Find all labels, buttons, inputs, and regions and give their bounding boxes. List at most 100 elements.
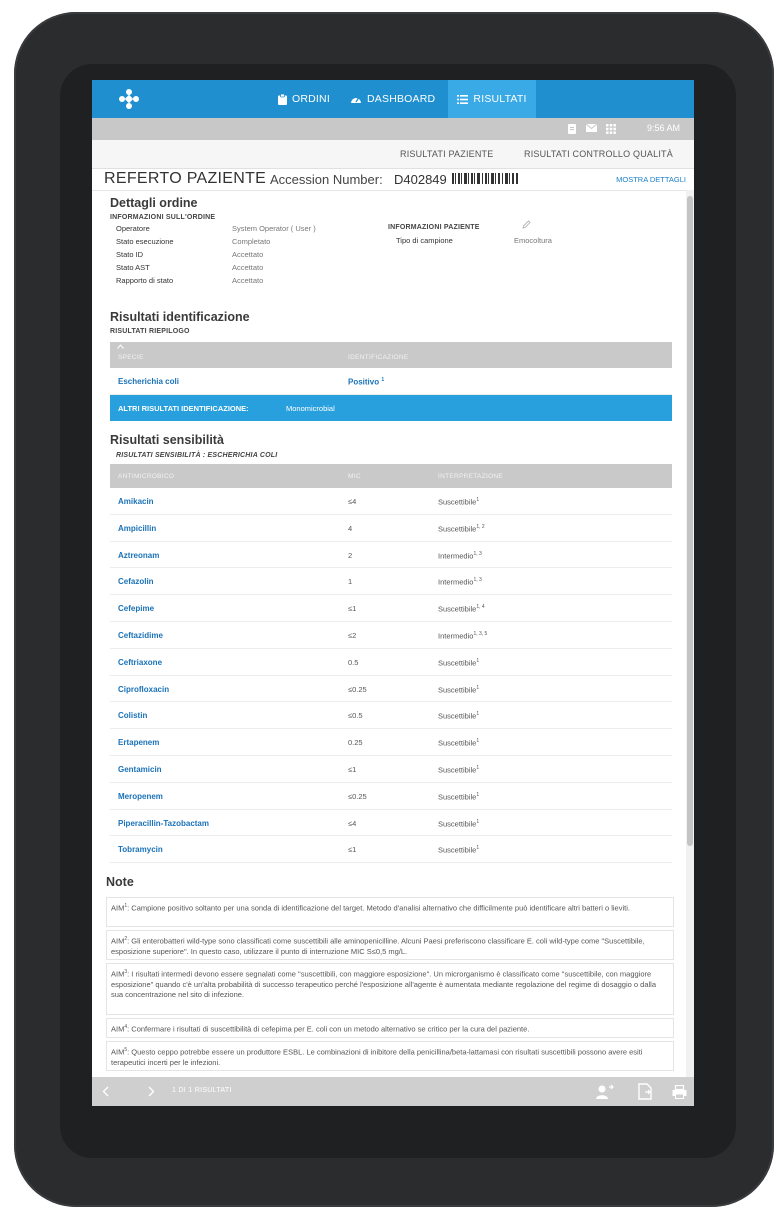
order-field-label: Stato esecuzione [116,237,174,246]
mail-icon[interactable] [586,124,597,132]
mic-value: 2 [348,550,353,560]
table-row[interactable]: Aztreonam 2 Intermedio1, 3 [110,541,672,569]
table-row[interactable]: Ceftazidime ≤2 Intermedio1, 3, 5 [110,621,672,649]
send-to-lis-button[interactable] [590,1077,620,1106]
drug-link[interactable]: Tobramycin [118,845,163,854]
mic-value: ≤4 [348,818,357,828]
interpretation-value: Suscettibile1 [438,684,480,695]
specimen-type-label: Tipo di campione [396,236,453,245]
other-identification-value: Monomicrobial [286,404,335,413]
drug-link[interactable]: Ertapenem [118,738,159,747]
table-header: SPECIE IDENTIFICAZIONE [110,342,672,368]
subtab-qc-results[interactable]: RISULTATI CONTROLLO QUALITÀ [524,149,673,159]
subtab-patient-results[interactable]: RISULTATI PAZIENTE [400,149,493,159]
specimen-type-value: Emocoltura [514,236,552,245]
mic-value: ≤1 [348,764,357,774]
patient-info-header: INFORMAZIONI PAZIENTE [388,224,480,231]
table-row[interactable]: Ertapenem 0.25 Suscettibile1 [110,729,672,756]
app-logo-icon[interactable] [118,88,140,110]
barcode-icon [452,173,518,184]
bottom-toolbar: 1 DI 1 RISULTATI [92,1077,694,1106]
order-field-label: Operatore [116,224,150,233]
table-row[interactable]: Ciprofloxacin ≤0.25 Suscettibile1 [110,675,672,703]
note-item: AIM4: Confermare i risultati di suscetti… [106,1018,674,1038]
table-row[interactable]: Cefazolin 1 Intermedio1, 3 [110,568,672,596]
edit-pencil-icon[interactable] [522,220,531,229]
mic-value: ≤0.25 [348,684,367,694]
collapse-chevron-icon[interactable] [117,344,124,349]
drug-link[interactable]: Ceftriaxone [118,658,162,667]
interpretation-value: Suscettibile1 [438,738,480,748]
mic-value: 0.5 [348,657,359,667]
pager-text: 1 DI 1 RISULTATI [172,1087,232,1094]
app-screen: ORDINI DASHBOARD RISULTATI 9:56 AM RISUL… [92,80,694,1106]
table-row[interactable]: Escherichia coli Positivo 1 [110,368,672,395]
drug-link[interactable]: Aztreonam [118,551,159,560]
mic-value: ≤2 [348,630,357,640]
order-field-value: System Operator ( User ) [232,224,316,233]
interpretation-value: Suscettibile1 [438,764,480,775]
page-title: REFERTO PAZIENTE [104,170,267,187]
mic-value: 0.25 [348,738,363,748]
export-report-button[interactable] [632,1077,658,1106]
col-header-identification: IDENTIFICAZIONE [348,354,409,361]
drug-link[interactable]: Meropenem [118,792,163,801]
drug-link[interactable]: Ceftazidime [118,631,163,640]
tab-dashboard[interactable]: DASHBOARD [350,80,440,118]
order-details-title: Dettagli ordine [110,196,198,210]
drug-link[interactable]: Ciprofloxacin [118,685,169,694]
table-row[interactable]: Colistin ≤0.5 Suscettibile1 [110,702,672,730]
table-row[interactable]: Piperacillin-Tazobactam ≤4 Suscettibile1 [110,809,672,837]
note-item: AIM1: Campione positivo soltanto per una… [106,897,674,927]
interpretation-value: Suscettibile1, 2 [438,523,485,534]
scrollbar-thumb[interactable] [687,196,693,846]
mic-value: ≤4 [348,497,357,506]
table-row[interactable]: Cefepime ≤1 Suscettibile1, 4 [110,595,672,622]
document-icon[interactable] [568,124,576,134]
order-field-label: Stato ID [116,250,144,259]
table-row[interactable]: Gentamicin ≤1 Suscettibile1 [110,755,672,783]
mic-value: 4 [348,523,353,533]
mic-value: ≤0.5 [348,711,363,721]
table-row[interactable]: Ceftriaxone 0.5 Suscettibile1 [110,648,672,676]
printer-icon [672,1084,686,1099]
order-field-value: Accettato [232,276,264,285]
drug-link[interactable]: Piperacillin-Tazobactam [118,819,209,828]
drug-link[interactable]: Colistin [118,711,147,720]
interpretation-value: Suscettibile1 [438,711,480,721]
table-row[interactable]: Amikacin ≤4 Suscettibile1 [110,488,672,515]
order-field-value: Accettato [232,250,264,259]
drug-link[interactable]: Cefepime [118,604,154,613]
susceptibility-subtitle: RISULTATI SENSIBILITÀ : ESCHERICHIA COLI [116,452,278,459]
order-info-header: INFORMAZIONI SULL'ORDINE [110,214,216,221]
chevron-right-icon [148,1086,154,1097]
show-details-link[interactable]: MOSTRA DETTAGLI [616,175,686,184]
next-button[interactable] [138,1077,164,1106]
identification-result: Positivo 1 [348,377,385,387]
col-header-interpretation: INTERPRETAZIONE [438,473,504,480]
table-row[interactable]: Meropenem ≤0.25 Suscettibile1 [110,782,672,810]
drug-link[interactable]: Ampicillin [118,524,156,533]
drug-link[interactable]: Gentamicin [118,765,162,774]
previous-button[interactable] [92,1077,118,1106]
print-button[interactable] [666,1077,692,1106]
tab-risultati[interactable]: RISULTATI [448,80,536,118]
vertical-scrollbar[interactable] [686,190,694,1077]
people-transfer-icon [596,1084,614,1099]
tab-dashboard-label: DASHBOARD [367,93,436,105]
accession-number: D402849 [394,172,447,187]
chevron-left-icon [102,1086,108,1097]
drug-link[interactable]: Cefazolin [118,577,154,586]
status-bar: 9:56 AM [92,118,694,140]
other-identification-bar: ALTRI RISULTATI IDENTIFICAZIONE: Monomic… [110,395,672,421]
tab-ordini[interactable]: ORDINI [278,80,338,118]
grid-icon[interactable] [606,124,616,134]
interpretation-value: Suscettibile1 [438,845,480,855]
table-row[interactable]: Tobramycin ≤1 Suscettibile1 [110,836,672,864]
note-item: AIM2: Gli enterobatteri wild-type sono c… [106,930,674,960]
drug-link[interactable]: Amikacin [118,497,154,506]
interpretation-value: Intermedio1, 3, 5 [438,630,488,641]
clock-time: 9:56 AM [646,123,680,133]
species-link[interactable]: Escherichia coli [118,377,179,386]
table-row[interactable]: Ampicillin 4 Suscettibile1, 2 [110,514,672,542]
